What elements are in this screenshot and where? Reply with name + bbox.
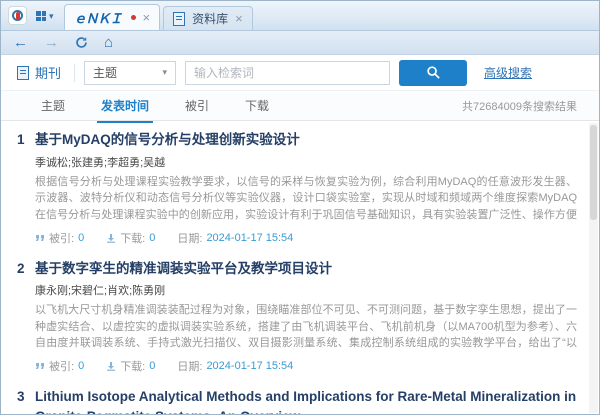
scrollbar-track[interactable] <box>589 123 598 413</box>
search-input[interactable] <box>185 61 390 85</box>
sort-item-downloads[interactable]: 下载 <box>245 97 269 114</box>
result-index: 1 <box>17 130 35 150</box>
downloads-label: 下载: <box>120 230 145 246</box>
tab-library-label: 资料库 <box>192 10 228 27</box>
result-title-text: 基于数字孪生的精准调装实验平台及教学项目设计 <box>35 259 577 279</box>
chevron-down-icon: ▾ <box>162 68 167 77</box>
sort-item-cited[interactable]: 被引 <box>185 97 209 114</box>
cited-stat: 被引: 0 <box>35 230 84 246</box>
refresh-icon <box>75 36 88 49</box>
cited-stat: 被引: 0 <box>35 358 84 374</box>
forward-button[interactable]: → <box>44 35 59 50</box>
chevron-down-icon: ▾ <box>49 12 54 21</box>
result-list: 1 基于MyDAQ的信号分析与处理创新实验设计 季诚松;张建勇;李超勇;吴越 根… <box>1 121 599 414</box>
result-index: 2 <box>17 259 35 279</box>
search-field-value: 主题 <box>93 64 117 81</box>
date-label: 日期: <box>177 230 202 246</box>
tab-bar: ▾ ｅＮＫＩ × 资料库 × <box>1 1 599 31</box>
result-title-text: Lithium Isotope Analytical Methods and I… <box>35 387 577 414</box>
downloads-label: 下载: <box>120 358 145 374</box>
date-value: 2024-01-17 15:54 <box>206 232 293 244</box>
scrollbar-thumb[interactable] <box>590 125 597 220</box>
result-stats: 被引: 0 下载: 0 日期: 2024-01-17 15:54 <box>35 230 577 246</box>
result-authors[interactable]: 康永刚;宋碧仁;肖欢;陈勇刚 <box>35 282 577 298</box>
result-count: 共72684009条搜索结果 <box>462 98 577 114</box>
search-button[interactable] <box>399 60 467 86</box>
search-icon <box>426 65 441 80</box>
list-item: 2 基于数字孪生的精准调装实验平台及教学项目设计 康永刚;宋碧仁;肖欢;陈勇刚 … <box>17 259 577 375</box>
cited-value: 0 <box>78 232 84 244</box>
result-stats: 被引: 0 下载: 0 日期: 2024-01-17 15:54 <box>35 358 577 374</box>
navigation-toolbar: ← → ⌂ <box>1 31 599 55</box>
result-index: 3 <box>17 387 35 414</box>
cited-label: 被引: <box>49 230 74 246</box>
cnki-app-icon[interactable] <box>8 6 27 25</box>
search-field-select[interactable]: 主题 ▾ <box>84 61 176 85</box>
result-title[interactable]: 3 Lithium Isotope Analytical Methods and… <box>17 387 577 414</box>
list-item: 1 基于MyDAQ的信号分析与处理创新实验设计 季诚松;张建勇;李超勇;吴越 根… <box>17 130 577 246</box>
journal-icon <box>17 66 29 80</box>
home-button[interactable]: ⌂ <box>104 35 113 50</box>
close-icon[interactable]: × <box>235 12 243 25</box>
sort-item-publish-time[interactable]: 发表时间 <box>101 97 149 114</box>
tab-list-button[interactable]: ▾ <box>32 6 58 26</box>
cited-label: 被引: <box>49 358 74 374</box>
grid-icon <box>36 11 46 21</box>
search-bar: 期刊 主题 ▾ 高级搜索 <box>1 55 599 91</box>
download-icon <box>106 361 116 371</box>
app-window: ▾ ｅＮＫＩ × 资料库 × ← → ⌂ 期刊 <box>0 0 600 415</box>
date-stat: 日期: 2024-01-17 15:54 <box>177 358 293 374</box>
result-authors[interactable]: 季诚松;张建勇;李超勇;吴越 <box>35 154 577 170</box>
date-label: 日期: <box>177 358 202 374</box>
tab-cnki[interactable]: ｅＮＫＩ × <box>64 4 161 30</box>
database-label: 期刊 <box>35 63 61 82</box>
cnki-logo-accent <box>131 15 136 20</box>
result-title-text: 基于MyDAQ的信号分析与处理创新实验设计 <box>35 130 577 150</box>
cnki-logo: ｅＮＫＩ <box>74 8 122 27</box>
cited-value: 0 <box>78 360 84 372</box>
downloads-stat: 下载: 0 <box>106 358 155 374</box>
sort-item-topic[interactable]: 主题 <box>41 97 65 114</box>
quote-icon <box>35 233 45 243</box>
result-title[interactable]: 1 基于MyDAQ的信号分析与处理创新实验设计 <box>17 130 577 150</box>
advanced-search-link[interactable]: 高级搜索 <box>484 64 532 81</box>
document-icon <box>173 12 185 26</box>
downloads-stat: 下载: 0 <box>106 230 155 246</box>
sort-bar: 主题 发表时间 被引 下载 共72684009条搜索结果 <box>1 91 599 121</box>
download-icon <box>106 233 116 243</box>
database-selector[interactable]: 期刊 <box>13 63 65 82</box>
downloads-value: 0 <box>149 232 155 244</box>
result-abstract: 根据信号分析与处理课程实验教学要求，以信号的采样与恢复实验为例，综合利用MyDA… <box>35 174 577 224</box>
result-title[interactable]: 2 基于数字孪生的精准调装实验平台及教学项目设计 <box>17 259 577 279</box>
result-abstract: 以飞机大尺寸机身精准调装装配过程为对象，围绕瞄准部位不可见、不可测问题，基于数字… <box>35 302 577 352</box>
refresh-button[interactable] <box>75 36 88 49</box>
date-value: 2024-01-17 15:54 <box>206 360 293 372</box>
tab-library[interactable]: 资料库 × <box>163 6 253 30</box>
divider <box>74 64 75 82</box>
date-stat: 日期: 2024-01-17 15:54 <box>177 230 293 246</box>
close-icon[interactable]: × <box>143 11 151 24</box>
back-button[interactable]: ← <box>13 35 28 50</box>
quote-icon <box>35 361 45 371</box>
downloads-value: 0 <box>149 360 155 372</box>
list-item: 3 Lithium Isotope Analytical Methods and… <box>17 387 577 414</box>
